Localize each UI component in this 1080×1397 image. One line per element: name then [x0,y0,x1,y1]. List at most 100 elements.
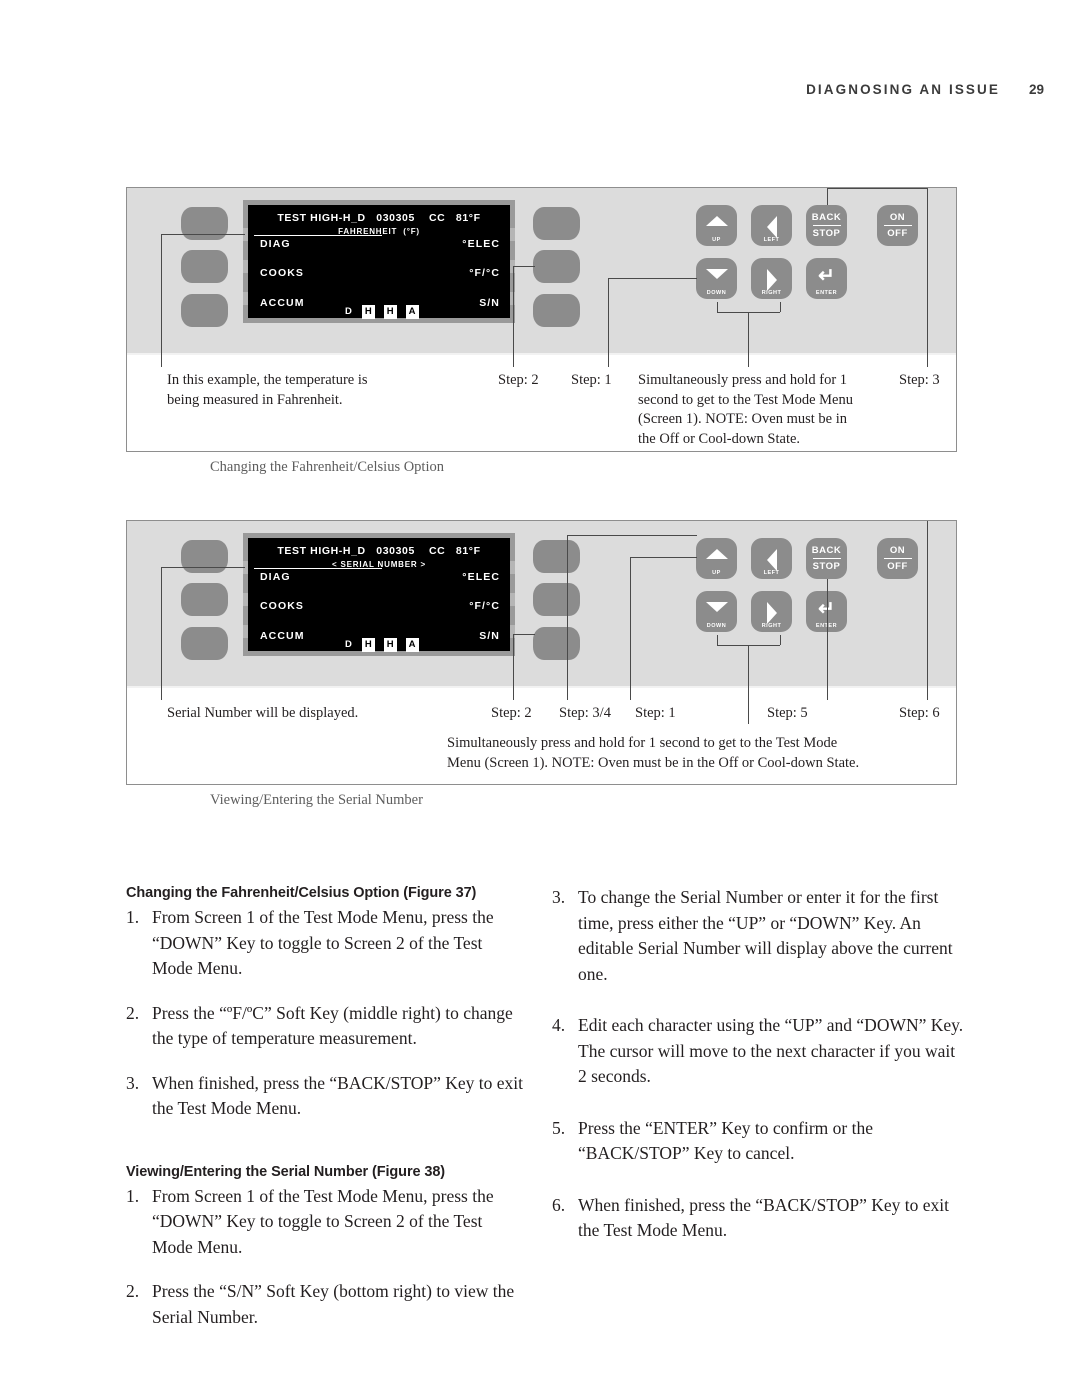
softkey-left-3[interactable] [181,294,228,327]
figure-37-caption-strip: In this example, the temperature is bein… [127,355,956,451]
triangle-up-icon [705,216,728,226]
key-back-label: BACK [811,545,842,556]
lcd-char-3: A [405,638,419,652]
key-divider [883,225,912,226]
list-text: Edit each character using the “UP” and “… [578,1015,964,1086]
softkey-right-1[interactable] [533,540,580,573]
key-left[interactable]: LEFT [751,205,792,246]
body-column-left: Changing the Fahrenheit/Celsius Option (… [126,885,526,1349]
bezel-nub [510,228,515,241]
key-up[interactable]: UP [696,538,737,579]
key-right[interactable]: RIGHT [751,591,792,632]
leader-line [827,579,828,688]
lcd-label-f-c: °F/°C [469,600,500,612]
lcd-label-elec: °ELEC [462,571,500,583]
lcd-char-3: A [405,305,419,319]
triangle-right-icon [766,602,777,624]
list-number: 1. [126,1185,140,1206]
leader-line [717,302,718,312]
figure-38: TEST HIGH-H_D 030305 CC 81°F < SERIAL NU… [126,520,957,808]
key-divider [812,225,841,226]
list-number: 2. [126,1002,140,1023]
key-left-label: LEFT [763,570,780,576]
lcd-screen-38: TEST HIGH-H_D 030305 CC 81°F < SERIAL NU… [248,538,510,652]
softkey-left-2[interactable] [181,250,228,283]
leader-line [567,535,697,536]
list-item: 5. Press the “ENTER” Key to confirm or t… [552,1116,967,1167]
softkey-right-2[interactable] [533,583,580,616]
softkey-right-2[interactable] [533,250,580,283]
leader-line [827,688,828,700]
key-down[interactable]: DOWN [696,258,737,299]
leader-line [630,557,697,558]
key-down[interactable]: DOWN [696,591,737,632]
list-text: Press the “S/N” Soft Key (bottom right) … [152,1281,515,1327]
key-on-off[interactable]: ON OFF [877,538,918,579]
key-back-stop[interactable]: BACK STOP [806,205,847,246]
lcd-label-diag: DIAG [260,571,291,583]
figure-38-step-c: Step: 1 [635,705,676,721]
softkey-right-3[interactable] [533,294,580,327]
lcd-label-elec: °ELEC [462,238,500,250]
lcd-bezel-37: TEST HIGH-H_D 030305 CC 81°F FAHRENHEIT … [243,200,515,323]
figure-38-left-caption: Serial Number will be displayed. [167,705,359,721]
leader-line [567,688,568,700]
lcd-label-sn: S/N [479,297,500,309]
key-back-stop[interactable]: BACK STOP [806,538,847,579]
softkey-left-1[interactable] [181,540,228,573]
steps-list-section2: 1. From Screen 1 of the Test Mode Menu, … [126,1184,526,1331]
triangle-left-icon [766,549,777,571]
softkey-right-3[interactable] [533,627,580,660]
leader-line [513,634,535,635]
lcd-char-2: H [383,638,397,652]
section-heading-fahrenheit-celsius: Changing the Fahrenheit/Celsius Option (… [126,885,477,901]
list-item: 6. When finished, press the “BACK/STOP” … [552,1193,967,1244]
key-up[interactable]: UP [696,205,737,246]
figure-38-caption-strip: Serial Number will be displayed. Step: 2… [127,688,956,784]
key-divider [883,558,912,559]
leader-line [927,188,928,355]
leader-line [717,635,718,645]
key-stop-label: STOP [812,561,841,572]
figure-38-frame: TEST HIGH-H_D 030305 CC 81°F < SERIAL NU… [126,520,957,785]
leader-line [630,557,631,688]
key-right[interactable]: RIGHT [751,258,792,299]
softkey-left-3[interactable] [181,627,228,660]
list-item: 2. Press the “S/N” Soft Key (bottom righ… [126,1279,526,1330]
list-text: Press the “ENTER” Key to confirm or the … [578,1117,873,1164]
softkey-left-2[interactable] [181,583,228,616]
leader-line [513,266,514,355]
softkey-right-1[interactable] [533,207,580,240]
key-down-label: DOWN [706,290,727,296]
key-enter[interactable]: ↵ ENTER [806,258,847,299]
note-line: the Off or Cool-down State. [638,430,801,447]
list-item: 3. To change the Serial Number or enter … [552,885,967,987]
list-item: 1. From Screen 1 of the Test Mode Menu, … [126,1184,526,1261]
key-back-stop-stack: BACK STOP [806,205,847,246]
figure-37: TEST HIGH-H_D 030305 CC 81°F FAHRENHEIT … [126,187,957,475]
leader-line [827,188,927,189]
key-off-label: OFF [887,561,908,572]
figure-38-step-b: Step: 3/4 [559,705,611,721]
figure-37-left-caption: In this example, the temperature is bein… [167,371,497,410]
steps-list-section3: 3. To change the Serial Number or enter … [552,885,967,1244]
leader-line [748,312,749,355]
lcd-character-row-38: D H H A [344,638,419,652]
list-text: From Screen 1 of the Test Mode Menu, pre… [152,907,494,978]
leader-line [513,266,535,267]
list-text: Press the “ºF/ºC” Soft Key (middle right… [152,1002,513,1049]
leader-line [780,302,781,312]
figure-37-step-a: Step: 2 [498,372,539,388]
triangle-right-icon [766,269,777,291]
key-on-off[interactable]: ON OFF [877,205,918,246]
lcd-label-sn: S/N [479,630,500,642]
softkey-left-1[interactable] [181,207,228,240]
list-item: 2. Press the “ºF/ºC” Soft Key (middle ri… [126,1001,526,1052]
lcd-char-2: H [383,305,397,319]
list-number: 5. [552,1117,566,1138]
key-left[interactable]: LEFT [751,538,792,579]
leader-line [748,355,749,367]
list-number: 1. [126,907,140,927]
note-line: second to get to the Test Mode Menu [638,391,853,408]
steps-list-section1: 1. From Screen 1 of the Test Mode Menu, … [126,905,526,1122]
